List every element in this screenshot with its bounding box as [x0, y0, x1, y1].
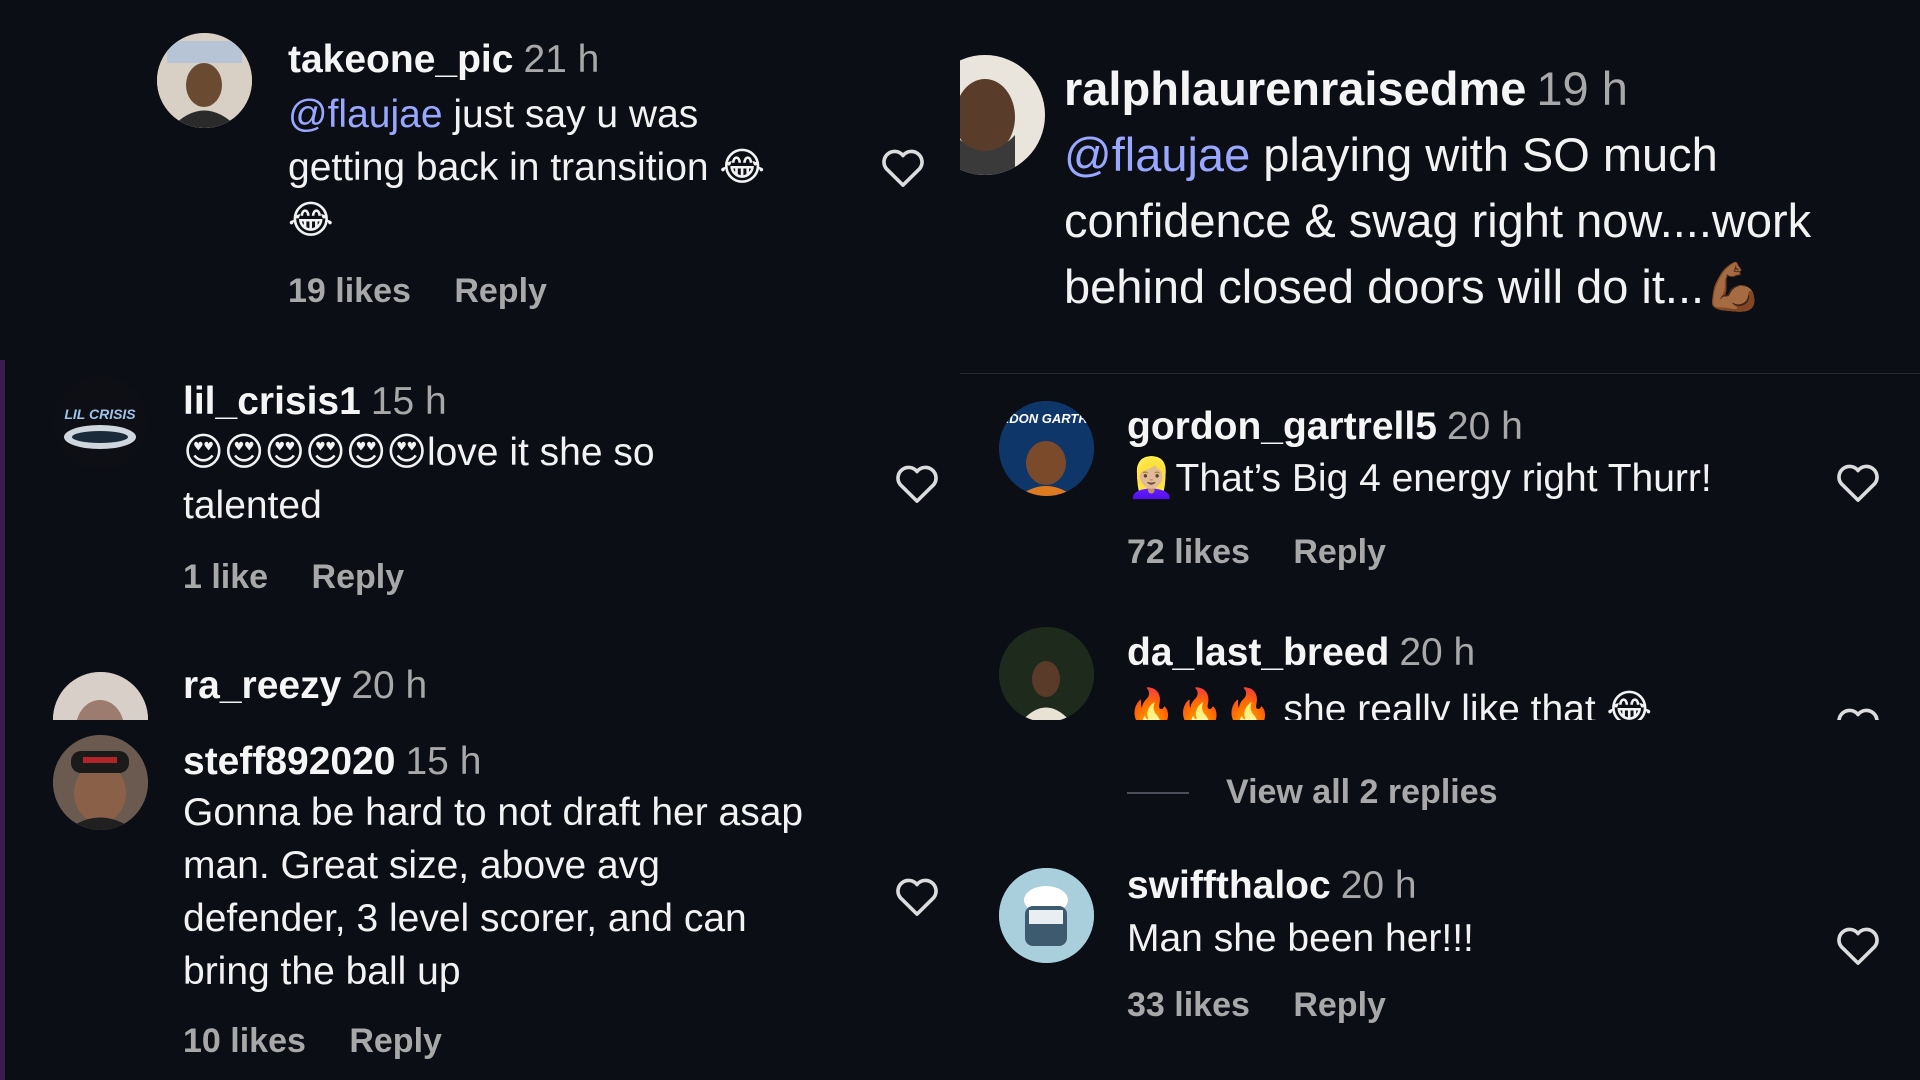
comment-text-line4: bring the ball up [183, 950, 461, 993]
comment-text: 🔥🔥🔥 she really like that 😂 [1127, 688, 1653, 720]
like-button[interactable] [880, 146, 926, 188]
username[interactable]: takeone_pic [288, 38, 513, 81]
comment-swiffthaloc: swiffthaloc 20 h Man she been her!!! 33 l… [960, 860, 1920, 1080]
likes-count[interactable]: 33 likes [1127, 986, 1250, 1024]
comment-gordon-gartrell5: GORDON GARTRELL gordon_gartrell520 h 👱🏼‍… [960, 375, 1920, 615]
comment-meta: 72 likes Reply [1127, 533, 1386, 572]
right-middle-panel: GORDON GARTRELL gordon_gartrell520 h 👱🏼‍… [960, 375, 1920, 720]
heart-outline-icon [1837, 927, 1879, 965]
comment-lil-crisis1: LIL CRISIS lil_crisis1 15 h 😍😍😍😍😍😍love it… [5, 360, 960, 660]
username[interactable]: lil_crisis1 [183, 380, 361, 423]
avatar[interactable] [999, 868, 1094, 963]
left-top-panel: takeone_pic 21 h @flaujae just say u was … [0, 0, 960, 360]
comment-text: Gonna be hard to not draft her asap man.… [183, 786, 883, 998]
avatar-text: GORDON GARTRELL [999, 411, 1094, 426]
likes-count[interactable]: 19 likes [288, 272, 411, 310]
comment-text-line2: man. Great size, above avg [183, 844, 660, 887]
view-replies-line [1127, 792, 1189, 794]
comment-text-line3: defender, 3 level scorer, and can [183, 897, 747, 940]
timestamp: 20 h [1446, 405, 1523, 448]
comment-ralphlaurenraisedme: ralphlaurenraisedme 19 h @flaujae playing… [960, 0, 1920, 375]
timestamp: 15 h [405, 740, 482, 783]
username[interactable]: da_last_breed [1127, 631, 1389, 674]
left-middle-panel: LIL CRISIS lil_crisis1 15 h 😍😍😍😍😍😍love it… [0, 360, 960, 720]
timestamp: 20 h [351, 664, 428, 707]
like-button[interactable] [1835, 924, 1881, 966]
comment-text: Man she been her!!! [1127, 917, 1474, 960]
likes-count[interactable]: 10 likes [183, 1022, 306, 1060]
avatar[interactable]: GORDON GARTRELL [999, 401, 1094, 496]
reply-button[interactable]: Reply [1293, 533, 1386, 571]
comment-steff892020: steff892020 15 h Gonna be hard to not dra… [5, 720, 960, 1080]
heart-outline-icon [1837, 708, 1879, 720]
username[interactable]: ralphlaurenraisedme [1064, 62, 1526, 115]
timestamp: 21 h [523, 38, 600, 81]
comment-text-line1: just say u was [442, 93, 699, 136]
timestamp: 15 h [370, 380, 447, 423]
view-replies-button[interactable]: View all 2 replies [1226, 772, 1498, 812]
username[interactable]: ra_reezy [183, 664, 341, 707]
timestamp: 19 h [1536, 62, 1628, 115]
username[interactable]: swiffthaloc [1127, 864, 1331, 907]
likes-count[interactable]: 1 like [183, 558, 268, 596]
timestamp: 20 h [1340, 864, 1417, 907]
heart-outline-icon [896, 465, 938, 503]
comment-text-line1: Gonna be hard to not draft her asap [183, 791, 804, 834]
comment-text: @flaujae just say u was getting back in … [288, 88, 868, 247]
comment-text-line1: playing with SO much [1250, 128, 1718, 181]
reply-button[interactable]: Reply [349, 1022, 442, 1060]
divider [960, 373, 1920, 374]
comment-text-line3: behind closed doors will do it...💪🏾 [1064, 260, 1763, 313]
mention-link[interactable]: @flaujae [1064, 128, 1250, 181]
reply-button[interactable]: Reply [1293, 986, 1386, 1024]
comment-meta: 19 likes Reply [288, 272, 547, 311]
avatar[interactable] [960, 55, 1045, 175]
avatar[interactable] [157, 33, 252, 128]
avatar[interactable] [53, 735, 148, 830]
comment-text: @flaujae playing with SO much confidence… [1064, 122, 1920, 320]
reply-button[interactable]: Reply [312, 558, 405, 596]
avatar[interactable]: LIL CRISIS [53, 375, 148, 470]
comment-text-line2: confidence & swag right now....work [1064, 194, 1812, 247]
username[interactable]: steff892020 [183, 740, 395, 783]
heart-outline-icon [1837, 464, 1879, 502]
comment-meta: 10 likes Reply [183, 1022, 442, 1061]
heart-outline-icon [896, 878, 938, 916]
like-button[interactable] [894, 462, 940, 504]
comment-text-line3: 😂 [288, 199, 334, 242]
like-button[interactable] [894, 875, 940, 917]
comment-text-line2: talented [183, 484, 322, 527]
likes-count[interactable]: 72 likes [1127, 533, 1250, 571]
comment-takeone-pic: takeone_pic 21 h @flaujae just say u was … [0, 0, 960, 360]
avatar-text: LIL CRISIS [64, 406, 136, 422]
reply-button[interactable]: Reply [454, 272, 547, 310]
right-bottom-panel: View all 2 replies swiffthaloc 20 h Man s… [960, 720, 1920, 1080]
like-button[interactable] [1835, 461, 1881, 503]
left-bottom-panel: steff892020 15 h Gonna be hard to not dra… [0, 720, 960, 1080]
comment-text-line1: 😍😍😍😍😍😍love it she so [183, 431, 655, 474]
right-top-panel: ralphlaurenraisedme 19 h @flaujae playing… [960, 0, 1920, 375]
avatar[interactable] [999, 627, 1094, 720]
avatar[interactable] [53, 672, 148, 720]
comment-text-line2: getting back in transition 😂 [288, 146, 765, 189]
username[interactable]: gordon_gartrell5 [1127, 405, 1437, 448]
comment-meta: 1 like Reply [183, 558, 404, 597]
comment-text: 👱🏼‍♀️That’s Big 4 energy right Thurr! [1127, 457, 1712, 500]
comment-da-last-breed: da_last_breed 20 h 🔥🔥🔥 she really like th… [960, 615, 1920, 720]
comment-ra-reezy: ra_reezy 20 h [5, 660, 960, 720]
comment-meta: 33 likes Reply [1127, 986, 1386, 1025]
heart-outline-icon [882, 149, 924, 187]
comment-text: 😍😍😍😍😍😍love it she so talented [183, 426, 883, 532]
mention-link[interactable]: @flaujae [288, 93, 443, 136]
timestamp: 20 h [1399, 631, 1476, 674]
like-button[interactable] [1835, 705, 1881, 720]
